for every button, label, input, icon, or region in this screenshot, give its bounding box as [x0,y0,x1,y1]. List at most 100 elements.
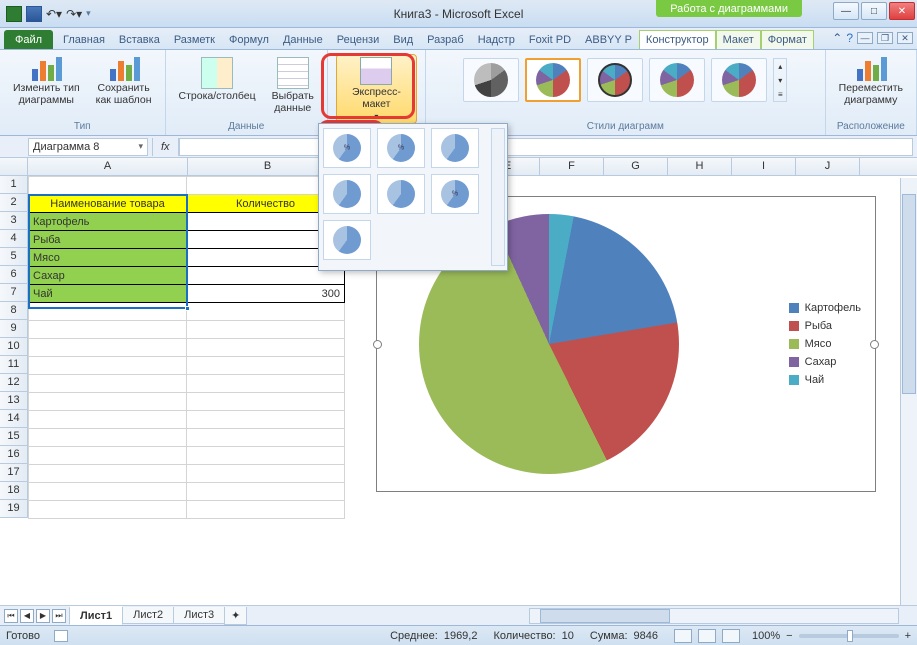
tab-addins[interactable]: Надстр [471,30,522,49]
row-header[interactable]: 19 [0,500,27,518]
cell-header[interactable]: Наименование товара [29,195,187,213]
legend-item[interactable]: Чай [789,374,861,386]
cell[interactable] [187,357,345,375]
chart-style-5[interactable] [711,58,767,102]
zoom-level[interactable]: 100% [752,630,780,642]
sheet-nav-first[interactable]: ⏮ [4,609,18,623]
col-header-i[interactable]: I [732,158,796,175]
row-header[interactable]: 14 [0,410,27,428]
select-all-corner[interactable] [0,158,28,175]
cell[interactable] [29,411,187,429]
tab-insert[interactable]: Вставка [112,30,167,49]
cell[interactable] [29,357,187,375]
chart-style-2[interactable] [525,58,581,102]
zoom-out-button[interactable]: − [786,630,792,642]
zoom-slider[interactable] [799,634,899,638]
excel-icon[interactable] [6,6,22,22]
layout-option-4[interactable] [323,174,371,214]
sheet-nav-last[interactable]: ⏭ [52,609,66,623]
tab-layout[interactable]: Макет [716,30,761,49]
cell[interactable] [29,375,187,393]
row-header[interactable]: 16 [0,446,27,464]
cell[interactable] [187,465,345,483]
name-box[interactable]: Диаграмма 8 ▾ [28,138,148,156]
cell[interactable] [187,339,345,357]
chart-style-3[interactable] [587,58,643,102]
move-chart-button[interactable]: Переместить диаграмму [834,54,908,109]
sheet-nav-prev[interactable]: ◀ [20,609,34,623]
undo-icon[interactable]: ↶▾ [46,7,62,21]
chart-legend[interactable]: Картофель Рыба Мясо Сахар Чай [789,302,861,386]
select-data-button[interactable]: Выбрать данные [267,54,319,117]
row-header[interactable]: 9 [0,320,27,338]
sheet-tab-2[interactable]: Лист2 [122,607,174,624]
cell[interactable] [29,321,187,339]
save-icon[interactable] [26,6,42,22]
ribbon-minimize-icon[interactable]: ⌃ [832,31,842,45]
quick-layout-button[interactable]: Экспресс-макет ▾ [336,54,417,124]
sheet-nav-next[interactable]: ▶ [36,609,50,623]
layout-option-3[interactable] [431,128,479,168]
switch-row-column-button[interactable]: Строка/столбец [174,54,261,106]
row-header[interactable]: 8 [0,302,27,320]
row-header[interactable]: 17 [0,464,27,482]
cell[interactable] [187,375,345,393]
tab-data[interactable]: Данные [276,30,330,49]
tab-pagelayout[interactable]: Разметк [167,30,222,49]
sheet-tab-1[interactable]: Лист1 [69,606,123,625]
col-header-h[interactable]: H [668,158,732,175]
row-header[interactable]: 3 [0,212,27,230]
insert-sheet-button[interactable]: ✦ [224,607,247,625]
cell[interactable] [29,303,187,321]
legend-item[interactable]: Рыба [789,320,861,332]
scrollbar-thumb[interactable] [540,609,670,623]
change-chart-type-button[interactable]: Изменить тип диаграммы [8,54,85,109]
tab-developer[interactable]: Разраб [420,30,471,49]
view-page-break-button[interactable] [722,629,740,643]
cell[interactable] [187,411,345,429]
tab-view[interactable]: Вид [386,30,420,49]
qat-more-icon[interactable]: ▾ [86,8,91,19]
gallery-scrollbar[interactable] [491,128,505,266]
layout-option-5[interactable] [377,174,425,214]
row-header[interactable]: 18 [0,482,27,500]
cell[interactable] [29,501,187,519]
scrollbar-thumb[interactable] [902,194,916,394]
mdi-close-button[interactable]: ✕ [897,32,913,44]
row-header[interactable]: 7 [0,284,27,302]
row-header[interactable]: 5 [0,248,27,266]
row-header[interactable]: 13 [0,392,27,410]
close-button[interactable]: ✕ [889,2,915,20]
tab-design[interactable]: Конструктор [639,30,716,49]
legend-item[interactable]: Картофель [789,302,861,314]
row-header[interactable]: 15 [0,428,27,446]
tab-review[interactable]: Рецензи [330,30,387,49]
redo-icon[interactable]: ↷▾ [66,7,82,21]
legend-item[interactable]: Мясо [789,338,861,350]
layout-option-7[interactable] [323,220,371,260]
sheet-tab-3[interactable]: Лист3 [173,607,225,624]
cell[interactable] [187,501,345,519]
row-header[interactable]: 12 [0,374,27,392]
help-icon[interactable]: ? [846,31,853,45]
tab-foxit[interactable]: Foxit PD [522,30,578,49]
zoom-slider-handle[interactable] [847,630,853,642]
tab-abbyy[interactable]: ABBYY P [578,30,639,49]
formula-input[interactable] [179,138,913,156]
maximize-button[interactable]: □ [861,2,887,20]
row-header[interactable]: 11 [0,356,27,374]
cell[interactable]: Картофель [29,213,187,231]
cell[interactable] [29,393,187,411]
tab-file[interactable]: Файл [4,30,53,49]
col-header-a[interactable]: A [28,158,188,175]
mdi-restore-button[interactable]: ❐ [877,32,893,44]
col-header-j[interactable]: J [796,158,860,175]
view-normal-button[interactable] [674,629,692,643]
mdi-minimize-button[interactable]: — [857,32,873,44]
tab-formulas[interactable]: Формул [222,30,276,49]
cell[interactable]: Мясо [29,249,187,267]
minimize-button[interactable]: — [833,2,859,20]
col-header-g[interactable]: G [604,158,668,175]
cell[interactable]: Рыба [29,231,187,249]
row-header[interactable]: 6 [0,266,27,284]
